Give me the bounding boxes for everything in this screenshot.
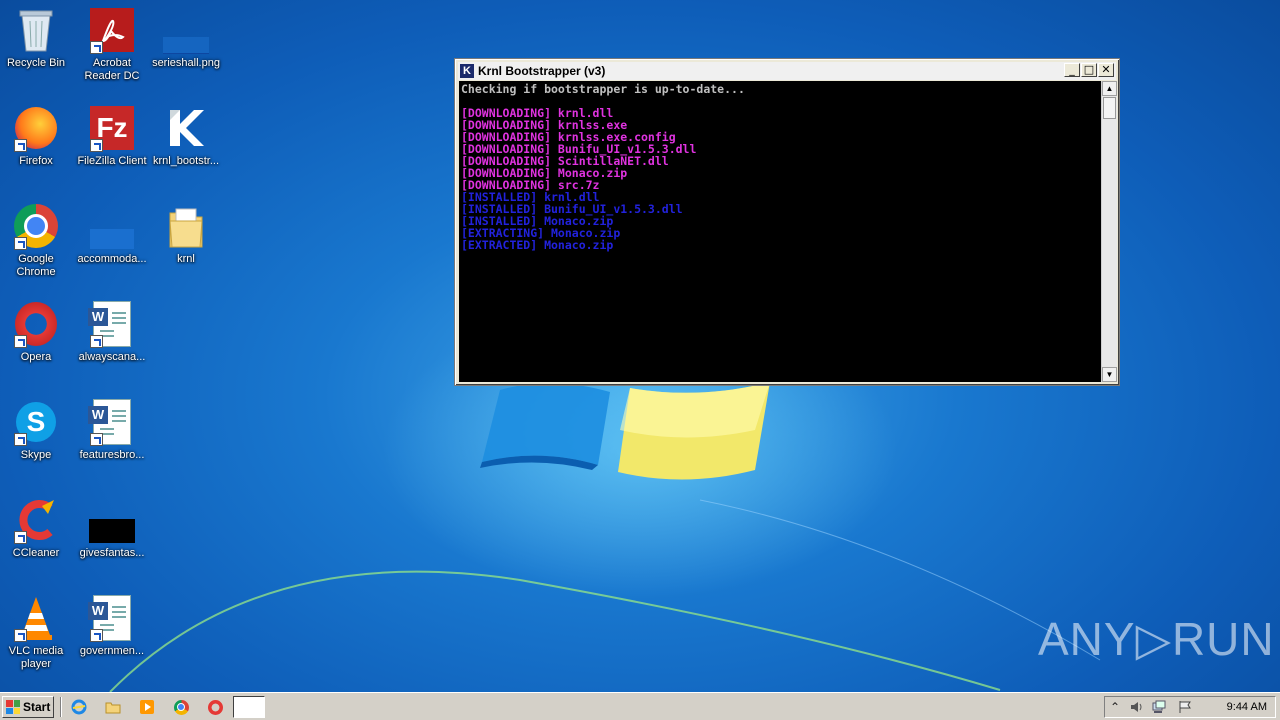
vertical-scrollbar[interactable]: ▲ ▼ [1101, 81, 1117, 382]
krnl-bootstrapper-window[interactable]: K Krnl Bootstrapper (v3) _ □ ✕ Checking … [454, 58, 1120, 386]
icon-label: krnl [177, 253, 195, 265]
taskbar: Start ⌃ 9:44 AM [0, 692, 1280, 720]
folder-icon [162, 202, 210, 250]
shortcut-arrow-icon [90, 433, 103, 446]
icon-label: CCleaner [12, 547, 60, 559]
desktop-icon-givesfantas[interactable]: givesfantas... [74, 496, 150, 560]
shortcut-arrow-icon [14, 139, 27, 152]
icon-label: Recycle Bin [6, 57, 66, 69]
window-titlebar[interactable]: K Krnl Bootstrapper (v3) _ □ ✕ [458, 62, 1116, 80]
desktop-icon-ccleaner[interactable]: CCleaner [0, 496, 74, 560]
opera-icon[interactable] [206, 698, 224, 716]
windows-logo-icon [6, 700, 20, 714]
taskbar-clock[interactable]: 9:44 AM [1227, 701, 1267, 713]
desktop-icon-accommoda[interactable]: accommoda... [74, 202, 150, 266]
krnl-app-icon: K [460, 64, 474, 78]
window-title: Krnl Bootstrapper (v3) [478, 64, 606, 78]
krnl-app-icon [162, 104, 210, 152]
icon-label: serieshall.png [152, 57, 220, 69]
scroll-thumb[interactable] [1103, 97, 1116, 119]
word-document-icon: W [88, 594, 136, 642]
close-button[interactable]: ✕ [1098, 63, 1114, 77]
desktop-icon-vlc[interactable]: VLC media player [0, 594, 74, 671]
filezilla-icon: Fz [88, 104, 136, 152]
start-button[interactable]: Start [2, 696, 54, 718]
chrome-icon [12, 202, 60, 250]
icon-label: governmen... [79, 645, 145, 657]
scroll-down-arrow-icon[interactable]: ▼ [1102, 367, 1117, 382]
shortcut-arrow-icon [14, 433, 27, 446]
media-player-icon[interactable] [138, 698, 156, 716]
taskbar-item-krnl-bootstrapper[interactable] [233, 696, 265, 718]
shortcut-arrow-icon [14, 335, 27, 348]
ccleaner-icon [12, 496, 60, 544]
desktop-icon-krnl-bootstrapper[interactable]: krnl_bootstr... [148, 104, 224, 168]
desktop-icon-firefox[interactable]: Firefox [0, 104, 74, 168]
recycle-bin-icon [12, 6, 60, 54]
icon-label: givesfantas... [79, 547, 145, 559]
desktop-icon-featuresbro[interactable]: W featuresbro... [74, 398, 150, 462]
network-icon[interactable] [1151, 699, 1167, 715]
desktop-icon-filezilla[interactable]: Fz FileZilla Client [74, 104, 150, 168]
icon-label: Skype [20, 449, 52, 461]
desktop-icon-chrome[interactable]: Google Chrome [0, 202, 74, 279]
word-document-icon: W [88, 300, 136, 348]
icon-label: VLC media player [8, 645, 64, 670]
scroll-up-arrow-icon[interactable]: ▲ [1102, 81, 1117, 96]
window-controls: _ □ ✕ [1064, 63, 1114, 77]
opera-icon [12, 300, 60, 348]
desktop-icon-acrobat[interactable]: Acrobat Reader DC [74, 6, 150, 83]
icon-label: Firefox [19, 155, 53, 167]
desktop-icon-skype[interactable]: S Skype [0, 398, 74, 462]
shortcut-arrow-icon [14, 629, 27, 642]
show-hidden-icons-chevron[interactable]: ⌃ [1107, 699, 1123, 715]
internet-explorer-icon[interactable] [70, 698, 88, 716]
desktop-icon-governmen[interactable]: W governmen... [74, 594, 150, 658]
acrobat-reader-icon [88, 6, 136, 54]
anyrun-watermark: ANY▷RUN [1038, 613, 1275, 665]
icon-label: featuresbro... [79, 449, 145, 461]
shortcut-arrow-icon [14, 531, 27, 544]
shortcut-arrow-icon [90, 629, 103, 642]
console-line: [EXTRACTED] Monaco.zip [461, 238, 614, 252]
file-explorer-icon[interactable] [104, 698, 122, 716]
maximize-button[interactable]: □ [1081, 63, 1097, 77]
minimize-button[interactable]: _ [1064, 63, 1080, 77]
shortcut-arrow-icon [90, 139, 103, 152]
console-line: Checking if bootstrapper is up-to-date..… [461, 82, 745, 96]
action-center-flag-icon[interactable] [1177, 699, 1193, 715]
shortcut-arrow-icon [14, 237, 27, 250]
icon-label: accommoda... [77, 253, 147, 265]
system-tray: ⌃ 9:44 AM [1104, 696, 1276, 718]
desktop-icon-alwayscana[interactable]: W alwayscana... [74, 300, 150, 364]
console-output[interactable]: Checking if bootstrapper is up-to-date..… [459, 81, 1101, 382]
image-file-icon [88, 496, 136, 544]
desktop-icon-serieshall[interactable]: serieshall.png [148, 6, 224, 70]
skype-icon: S [12, 398, 60, 446]
icon-label: Acrobat Reader DC [84, 57, 140, 82]
vlc-icon [12, 594, 60, 642]
icon-label: FileZilla Client [77, 155, 147, 167]
word-document-icon: W [88, 398, 136, 446]
desktop-icon-opera[interactable]: Opera [0, 300, 74, 364]
volume-icon[interactable] [1129, 699, 1145, 715]
shortcut-arrow-icon [90, 335, 103, 348]
shortcut-arrow-icon [90, 41, 103, 54]
chrome-icon[interactable] [172, 698, 190, 716]
firefox-icon [12, 104, 60, 152]
file-icon [88, 202, 136, 250]
icon-label: Google Chrome [16, 253, 56, 278]
image-file-icon [162, 6, 210, 54]
start-label: Start [23, 700, 51, 714]
icon-label: Opera [20, 351, 52, 363]
icon-label: alwayscana... [78, 351, 146, 363]
desktop-icon-krnl-folder[interactable]: krnl [148, 202, 224, 266]
desktop-icon-recycle-bin[interactable]: Recycle Bin [0, 6, 74, 70]
icon-label: krnl_bootstr... [152, 155, 220, 167]
taskbar-separator [60, 697, 62, 717]
desktop: Recycle Bin Acrobat Reader DC serieshall… [0, 0, 1280, 692]
